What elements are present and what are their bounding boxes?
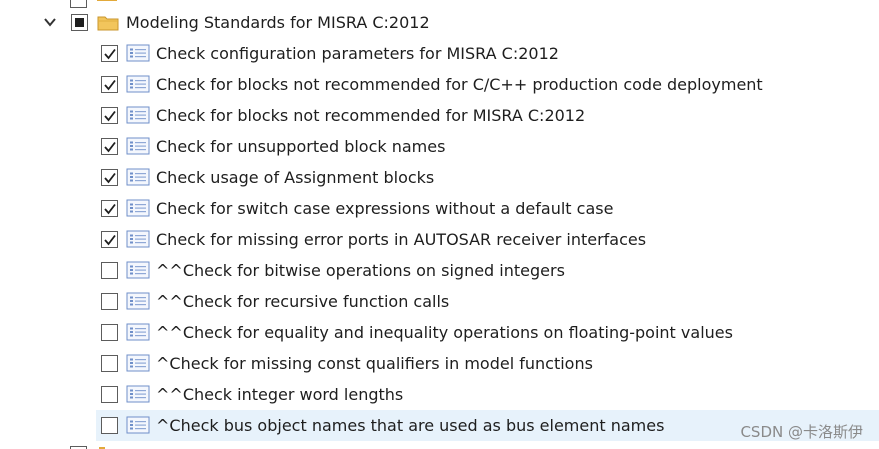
- tree-item-label: Check for missing error ports in AUTOSAR…: [156, 230, 647, 249]
- tree-item-row[interactable]: Check for unsupported block names: [0, 131, 879, 162]
- item-checkbox[interactable]: [101, 293, 118, 310]
- item-checkbox[interactable]: [101, 324, 118, 341]
- tree-item-row[interactable]: Check for blocks not recommended for C/C…: [0, 69, 879, 100]
- checkmark-icon: [104, 172, 116, 184]
- check-document-icon: [126, 385, 150, 403]
- item-checkbox[interactable]: [101, 107, 118, 124]
- tree-item-label: ^Check bus object names that are used as…: [156, 416, 665, 435]
- tree-item-label: ^^Check for equality and inequality oper…: [156, 323, 733, 342]
- tree-item-label: Check for switch case expressions withou…: [156, 199, 614, 218]
- folder-icon: [97, 16, 119, 31]
- checkmark-icon: [104, 203, 116, 215]
- check-document-icon: [126, 44, 150, 62]
- item-checkbox[interactable]: [101, 45, 118, 62]
- tree-item-label: Check for unsupported block names: [156, 137, 446, 156]
- tree-item-row[interactable]: Check configuration parameters for MISRA…: [0, 38, 879, 69]
- item-checkbox[interactable]: [101, 262, 118, 279]
- previous-row-folder-icon: [97, 0, 117, 1]
- tree-item-row[interactable]: ^^Check for recursive function calls: [0, 286, 879, 317]
- checkmark-icon: [104, 79, 116, 91]
- tree-item-label: Check for blocks not recommended for C/C…: [156, 75, 763, 94]
- check-document-icon: [126, 199, 150, 217]
- model-advisor-tree: Modeling Standards for MISRA C:2012 Chec…: [0, 0, 879, 449]
- folder-checkbox[interactable]: [71, 14, 88, 31]
- item-checkbox[interactable]: [101, 76, 118, 93]
- check-document-icon: [126, 230, 150, 248]
- check-document-icon: [126, 354, 150, 372]
- watermark: CSDN @卡洛斯伊: [740, 423, 863, 441]
- tree-folder-row[interactable]: Modeling Standards for MISRA C:2012: [0, 7, 879, 38]
- check-document-icon: [126, 168, 150, 186]
- tree-item-label: Check configuration parameters for MISRA…: [156, 44, 559, 63]
- tree-item-row[interactable]: Check usage of Assignment blocks: [0, 162, 879, 193]
- check-document-icon: [126, 75, 150, 93]
- checkmark-icon: [104, 234, 116, 246]
- check-document-icon: [126, 416, 150, 434]
- tree-item-label: ^^Check for bitwise operations on signed…: [156, 261, 565, 280]
- tree-item-row[interactable]: ^^Check for bitwise operations on signed…: [0, 255, 879, 286]
- tree-item-row[interactable]: Check for switch case expressions withou…: [0, 193, 879, 224]
- checkmark-icon: [104, 141, 116, 153]
- check-document-icon: [126, 261, 150, 279]
- item-checkbox[interactable]: [101, 417, 118, 434]
- item-checkbox[interactable]: [101, 231, 118, 248]
- item-checkbox[interactable]: [101, 355, 118, 372]
- tree-item-row[interactable]: Check for blocks not recommended for MIS…: [0, 100, 879, 131]
- tree-item-label: Check for blocks not recommended for MIS…: [156, 106, 586, 125]
- tree-item-label: Check usage of Assignment blocks: [156, 168, 435, 187]
- check-document-icon: [126, 292, 150, 310]
- chevron-down-icon[interactable]: [43, 16, 57, 28]
- tree-item-row[interactable]: ^^Check for equality and inequality oper…: [0, 317, 879, 348]
- check-document-icon: [126, 106, 150, 124]
- item-checkbox[interactable]: [101, 200, 118, 217]
- checkmark-icon: [104, 110, 116, 122]
- checkmark-icon: [104, 48, 116, 60]
- item-checkbox[interactable]: [101, 138, 118, 155]
- check-document-icon: [126, 137, 150, 155]
- tree-item-label: ^^Check integer word lengths: [156, 385, 404, 404]
- tree-item-row[interactable]: ^^Check integer word lengths: [0, 379, 879, 410]
- item-checkbox[interactable]: [101, 169, 118, 186]
- item-checkbox[interactable]: [101, 386, 118, 403]
- tree-item-label: ^^Check for recursive function calls: [156, 292, 450, 311]
- tree-item-row[interactable]: Check for missing error ports in AUTOSAR…: [0, 224, 879, 255]
- tree-item-row[interactable]: ^Check for missing const qualifiers in m…: [0, 348, 879, 379]
- check-document-icon: [126, 323, 150, 341]
- tree-item-label: ^Check for missing const qualifiers in m…: [156, 354, 593, 373]
- folder-label: Modeling Standards for MISRA C:2012: [126, 13, 430, 32]
